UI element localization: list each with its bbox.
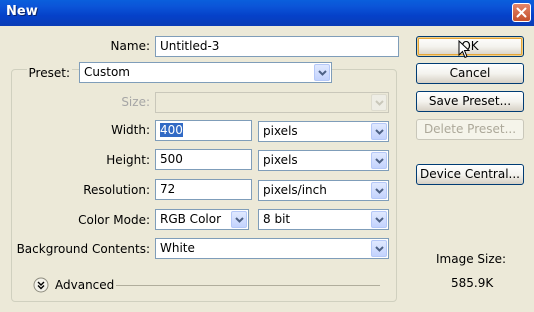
advanced-divider [116, 285, 380, 286]
width-field[interactable]: 400 [155, 120, 252, 141]
preset-value: Custom [84, 65, 130, 79]
size-label: Size: [121, 95, 150, 109]
close-icon [516, 7, 527, 18]
bit-depth-value: 8 bit [263, 212, 291, 226]
width-label: Width: [111, 123, 150, 137]
background-contents-select[interactable]: White [155, 238, 389, 259]
chevron-down-icon [374, 216, 384, 223]
name-label: Name: [110, 39, 150, 53]
name-field[interactable]: Untitled-3 [155, 36, 399, 57]
width-unit-dropdown-button[interactable] [371, 123, 387, 140]
height-unit-select[interactable]: pixels [258, 150, 389, 171]
chevron-down-icon [374, 157, 384, 164]
chevron-down-icon [374, 245, 384, 252]
background-contents-value: White [160, 241, 195, 255]
height-value: 500 [160, 152, 183, 166]
background-contents-label: Background Contents: [16, 242, 150, 256]
preset-dropdown-button[interactable] [314, 64, 330, 81]
chevron-down-icon [374, 128, 384, 135]
width-unit-value: pixels [263, 124, 298, 138]
width-value: 400 [160, 123, 183, 137]
background-contents-dropdown-button[interactable] [371, 240, 387, 257]
height-unit-dropdown-button[interactable] [371, 152, 387, 169]
color-mode-label: Color Mode: [78, 213, 150, 227]
resolution-unit-select[interactable]: pixels/inch [258, 180, 389, 201]
color-mode-select[interactable]: RGB Color [155, 209, 249, 230]
bit-depth-dropdown-button[interactable] [371, 211, 387, 228]
height-field[interactable]: 500 [155, 149, 252, 170]
color-mode-dropdown-button[interactable] [231, 211, 247, 228]
chevron-down-icon [317, 69, 327, 76]
advanced-toggle[interactable] [33, 277, 49, 293]
preset-select[interactable]: Custom [79, 62, 332, 83]
resolution-unit-dropdown-button[interactable] [371, 182, 387, 199]
height-label: Height: [106, 153, 150, 167]
double-chevron-down-icon [33, 277, 49, 293]
resolution-unit-value: pixels/inch [263, 183, 327, 197]
image-size-label: Image Size: [436, 252, 507, 266]
size-select[interactable] [155, 92, 389, 113]
chevron-down-icon [234, 216, 244, 223]
width-unit-select[interactable]: pixels [258, 121, 389, 142]
resolution-label: Resolution: [83, 183, 150, 197]
title-bar[interactable]: New [0, 0, 534, 26]
chevron-down-icon [374, 187, 384, 194]
ok-button[interactable]: OK [416, 36, 524, 57]
dialog-body: Name: Untitled-3 Preset: Custom Size: Wi… [0, 26, 534, 312]
height-unit-value: pixels [263, 153, 298, 167]
preset-label: Preset: [26, 66, 72, 80]
mouse-cursor-icon [458, 40, 470, 59]
delete-preset-button[interactable]: Delete Preset... [416, 119, 524, 140]
save-preset-button[interactable]: Save Preset... [416, 91, 524, 112]
resolution-field[interactable]: 72 [155, 179, 252, 200]
device-central-button[interactable]: Device Central... [416, 164, 524, 185]
name-value: Untitled-3 [160, 39, 220, 53]
advanced-label: Advanced [55, 278, 115, 292]
resolution-value: 72 [160, 182, 176, 196]
close-button[interactable] [512, 3, 531, 22]
cancel-button[interactable]: Cancel [416, 63, 524, 84]
chevron-down-icon [374, 99, 384, 106]
window-title: New [6, 4, 38, 19]
color-mode-value: RGB Color [160, 212, 222, 226]
size-dropdown-button[interactable] [371, 94, 387, 111]
image-size-value: 585.9K [451, 276, 494, 290]
bit-depth-select[interactable]: 8 bit [258, 209, 389, 230]
